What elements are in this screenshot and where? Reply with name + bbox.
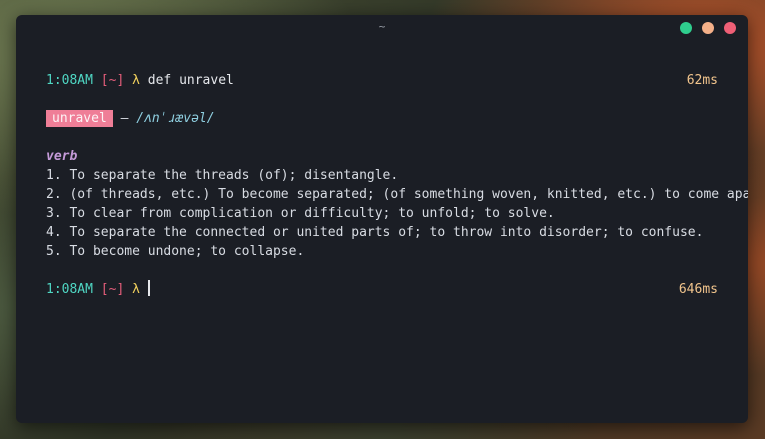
terminal-output[interactable]: 1:08AM [~] λ def unravel 62ms unravel – /… (46, 15, 748, 300)
prompt-line[interactable]: 1:08AM [~] λ 646ms (46, 280, 718, 299)
part-of-speech: verb (46, 149, 78, 164)
part-of-speech-line: verb (46, 147, 718, 166)
word-badge: unravel (46, 110, 113, 127)
definition-item: 1. To separate the threads (of); disenta… (46, 168, 399, 183)
command-duration: 62ms (686, 73, 718, 88)
definition-item: 3. To clear from complication or difficu… (46, 206, 555, 221)
prompt-lambda: λ (132, 73, 140, 88)
command-duration: 646ms (678, 282, 718, 297)
definition-item: 2. (of threads, etc.) To become separate… (46, 187, 748, 202)
prompt-time: 1:08AM (46, 73, 93, 88)
prompt-lambda: λ (132, 282, 140, 297)
prompt-cwd: [~] (100, 73, 125, 88)
command-text: def unravel (147, 73, 234, 88)
prompt-line: 1:08AM [~] λ def unravel 62ms (46, 71, 718, 90)
separator: – (120, 111, 129, 126)
prompt-cwd: [~] (100, 282, 125, 297)
close-button[interactable] (724, 22, 736, 34)
definition-item: 5. To become undone; to collapse. (46, 244, 305, 259)
terminal-window[interactable]: ~ 1:08AM [~] λ def unravel 62ms unravel –… (16, 15, 748, 423)
pronunciation: /ʌnˈɹævəl/ (136, 111, 215, 126)
text-cursor[interactable] (147, 280, 150, 296)
definition-item: 4. To separate the connected or united p… (46, 225, 704, 240)
word-header: unravel – /ʌnˈɹævəl/ (46, 109, 718, 128)
prompt-time: 1:08AM (46, 282, 93, 297)
